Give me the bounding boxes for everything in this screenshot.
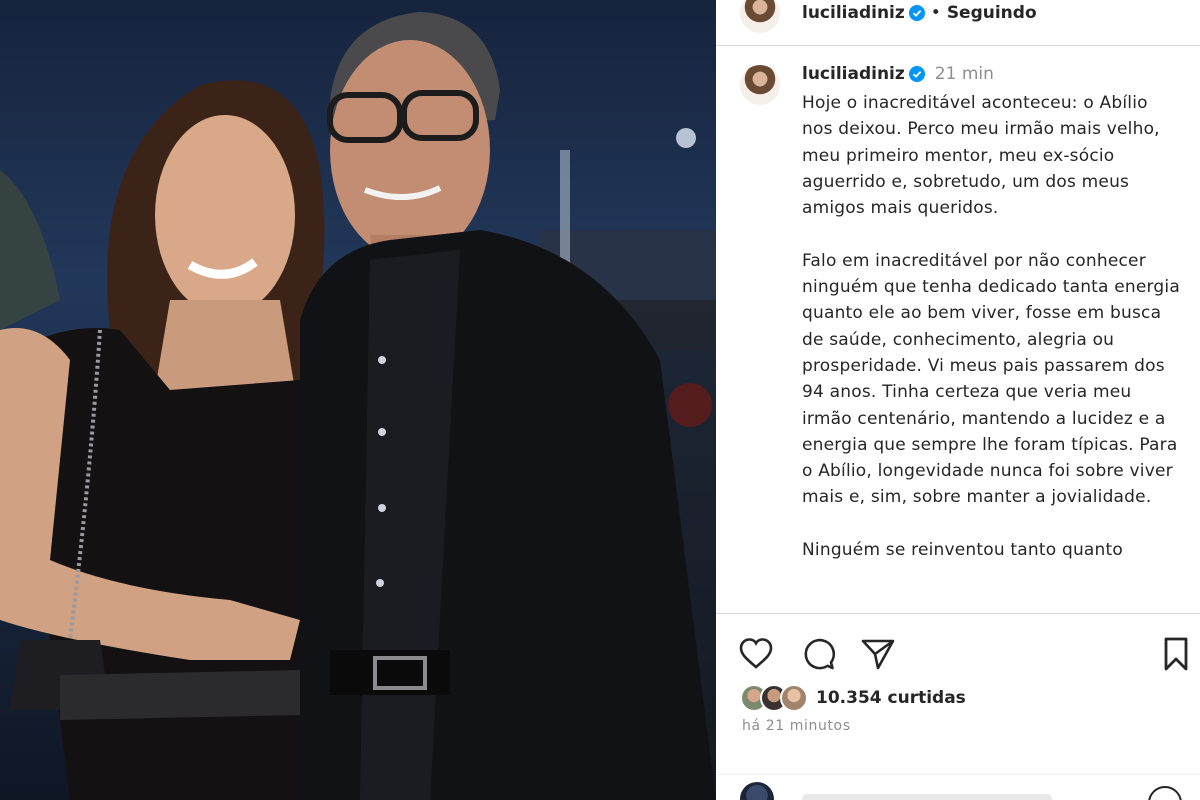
verified-badge-icon <box>908 4 925 21</box>
comment-preview <box>802 794 1052 800</box>
caption-timestamp: 21 min <box>934 64 994 84</box>
caption-username[interactable]: luciliadiniz <box>802 64 905 84</box>
liker-avatar[interactable] <box>780 684 808 712</box>
follow-status-button[interactable]: Seguindo <box>947 3 1037 23</box>
likes-count[interactable]: 10.354 curtidas <box>816 688 966 708</box>
verified-badge-icon <box>908 66 925 82</box>
paper-plane-icon[interactable] <box>860 636 896 672</box>
caption-text: Hoje o inacreditável aconteceu: o Abílio… <box>802 90 1182 590</box>
user-avatar[interactable] <box>740 0 780 33</box>
header-username[interactable]: luciliadiniz <box>802 3 905 23</box>
caption-paragraph: Falo em inacreditável por não conhecer n… <box>802 250 1180 508</box>
photo-illustration <box>0 12 716 800</box>
post-photo <box>0 0 716 800</box>
caption-area: luciliadiniz 21 min Hoje o inacreditável… <box>716 46 1200 613</box>
post-panel: luciliadiniz • Seguindo luciliadiniz 21 … <box>716 0 1200 800</box>
post-actions: 10.354 curtidas há 21 minutos <box>716 613 1200 800</box>
caption-header: luciliadiniz 21 min <box>802 64 994 84</box>
heart-icon[interactable] <box>738 636 774 672</box>
likes-row: 10.354 curtidas <box>740 684 966 712</box>
post-header: luciliadiniz • Seguindo <box>716 0 1200 46</box>
caption-paragraph: Hoje o inacreditável aconteceu: o Abílio… <box>802 93 1160 219</box>
comment-icon[interactable] <box>800 636 836 672</box>
post-age: há 21 minutos <box>742 718 851 734</box>
caption-avatar[interactable] <box>740 65 780 105</box>
separator-dot: • <box>930 2 941 23</box>
caption-paragraph: Ninguém se reinventou tanto quanto <box>802 540 1123 561</box>
bookmark-icon[interactable] <box>1158 636 1194 672</box>
